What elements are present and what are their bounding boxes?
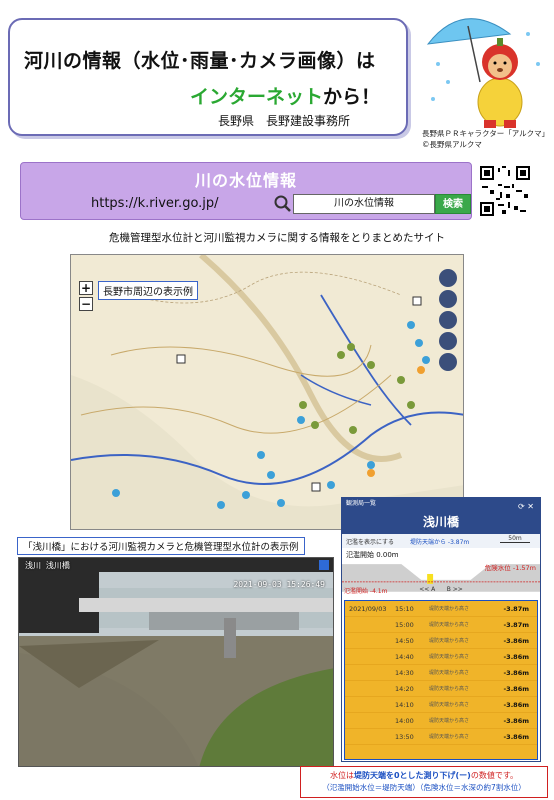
panel-strip: 氾濫を表示にする 堤防天端から -3.87m 50m [342,534,540,548]
row-note: 堤防天端から高さ [429,606,470,612]
title-rest: から！ [323,86,381,108]
mascot-illustration [426,18,540,128]
camera-scene [19,558,333,766]
zoom-out-button[interactable]: − [79,297,93,311]
camera-station-label: 浅川 浅川橋 [25,561,70,570]
scale-bar: 50m [500,535,530,543]
band-title: 川の水位情報 [194,171,297,190]
row-time: 14:00 [395,716,414,725]
row-time: 14:40 [395,652,414,661]
row-value: -3.86m [503,716,529,725]
flood-line-label: 氾濫開始 -4.1m [344,588,388,595]
table-row: 15:00 堤防天端から高さ -3.87m [345,617,537,633]
footnote-c: の数値です。 [470,771,519,780]
close-icon[interactable]: ✕ [527,502,534,511]
row-value: -3.86m [503,636,529,645]
water-level-table: 2021/09/03 15:10 堤防天端から高さ -3.87m 15:00 堤防天端から… [344,600,538,760]
row-time: 13:50 [395,732,414,741]
row-time: 14:50 [395,636,414,645]
footnote-line2: （氾濫開始水位＝堤防天端）（危険水位＝水深の約7割水位） [322,783,526,792]
row-note: 堤防天端から高さ [429,686,470,692]
row-note: 堤防天端から高さ [429,654,470,660]
row-value: -3.86m [503,668,529,677]
water-level-panel: 観測局一覧 ⟳ ✕ 浅川橋 氾濫を表示にする 堤防天端から -3.87m 50m… [341,497,541,762]
zoom-in-button[interactable]: + [79,281,93,295]
layers-icon[interactable] [439,332,457,350]
river-camera-image: 浅川 浅川橋 2021-09-03 15:26:49 [18,557,334,767]
panel-top-bar[interactable]: 観測局一覧 [342,498,540,510]
search-icon [274,195,291,212]
legend-icon[interactable] [439,353,457,371]
station-title: 浅川橋 [342,510,540,534]
footnote-a: 水位は [329,771,354,780]
levee-reading: 堤防天端から -3.87m [410,539,470,546]
site-url-link[interactable]: https://k.river.go.jp/ [91,196,219,211]
table-row: 2021/09/03 15:10 堤防天端から高さ -3.87m [345,601,537,617]
table-row: 14:10 堤防天端から高さ -3.86m [345,697,537,713]
refresh-icon[interactable]: ⟳ [518,502,525,511]
menu-icon[interactable] [439,269,457,287]
table-row: 14:00 堤防天端から高さ -3.86m [345,713,537,729]
search-input[interactable]: 川の水位情報 [293,194,435,214]
danger-level: 危険水位 -1.57m [484,564,536,572]
map-toolbar [439,269,459,374]
mascot-caption-line2: ©長野県アルクマ [422,140,482,149]
row-time: 15:00 [395,620,414,629]
row-value: -3.86m [503,684,529,693]
title-accent: インターネット [190,86,324,108]
nav-prev-button[interactable]: << A [419,586,435,593]
qr-code[interactable] [480,166,530,216]
footnote: 水位は堤防天端を0とした測り下げ(ー)の数値です。 （氾濫開始水位＝堤防天端）（… [300,766,548,798]
row-note: 堤防天端から高さ [429,638,470,644]
row-value: -3.86m [503,652,529,661]
row-value: -3.87m [503,620,529,629]
title-line1: 河川の情報（水位･雨量･カメラ画像）は [24,50,376,72]
map-example-label: 長野市周辺の表示例 [98,281,198,300]
row-note: 堤防天端から高さ [429,734,470,740]
panel-icons: ⟳ ✕ [518,502,534,511]
row-value: -3.87m [503,604,529,613]
camera-timestamp: 2021-09-03 15:26:49 [233,580,325,589]
table-row: 14:40 堤防天端から高さ -3.86m [345,649,537,665]
mascot-caption: 長野県ＰＲキャラクター「アルクマ」 ©長野県アルクマ [422,128,554,150]
row-time: 15:10 [395,604,414,613]
row-note: 堤防天端から高さ [429,718,470,724]
row-time: 14:20 [395,684,414,693]
footnote-b: 堤防天端を0とした測り下げ(ー) [353,771,471,780]
table-row: 14:20 堤防天端から高さ -3.86m [345,681,537,697]
header-box: 河川の情報（水位･雨量･カメラ画像）は インターネットから！ 長野県 長野建設事… [8,18,408,136]
camera-caption: 「浅川橋」における河川監視カメラと危機管理型水位計の表示例 [17,537,305,555]
table-row: 14:30 堤防天端から高さ -3.86m [345,665,537,681]
row-note: 堤防天端から高さ [429,702,470,708]
location-pin-icon[interactable] [439,311,457,329]
river-map[interactable]: + − 長野市周辺の表示例 [70,254,464,530]
camera-expand-button[interactable] [319,560,329,570]
river-info-band: 川の水位情報 https://k.river.go.jp/ 川の水位情報 検索 [20,162,472,220]
search-button[interactable]: 検索 [435,194,471,214]
row-time: 14:30 [395,668,414,677]
row-note: 堤防天端から高さ [429,670,470,676]
footnote-line1: 水位は堤防天端を0とした測り下げ(ー)の数値です。 [301,770,547,782]
nav-next-button[interactable]: B >> [447,586,463,593]
row-note: 堤防天端から高さ [429,622,470,628]
mascot-caption-line1: 長野県ＰＲキャラクター「アルクマ」 [422,129,550,138]
row-value: -3.86m [503,732,529,741]
site-description: 危機管理型水位計と河川監視カメラに関する情報をとりまとめたサイト [109,232,445,244]
flood-toggle[interactable]: 氾濫を表示にする [346,537,394,546]
refresh-icon[interactable] [439,290,457,308]
table-row: 13:50 堤防天端から高さ -3.86m [345,729,537,745]
row-time: 14:10 [395,700,414,709]
row-date: 2021/09/03 [349,604,387,613]
organization: 長野県 長野建設事務所 [218,114,351,128]
title-line2: インターネットから！ [190,82,380,109]
row-value: -3.86m [503,700,529,709]
table-row: 14:50 堤防天端から高さ -3.86m [345,633,537,649]
flood-start-level: 氾濫開始 0.00m [346,551,399,559]
